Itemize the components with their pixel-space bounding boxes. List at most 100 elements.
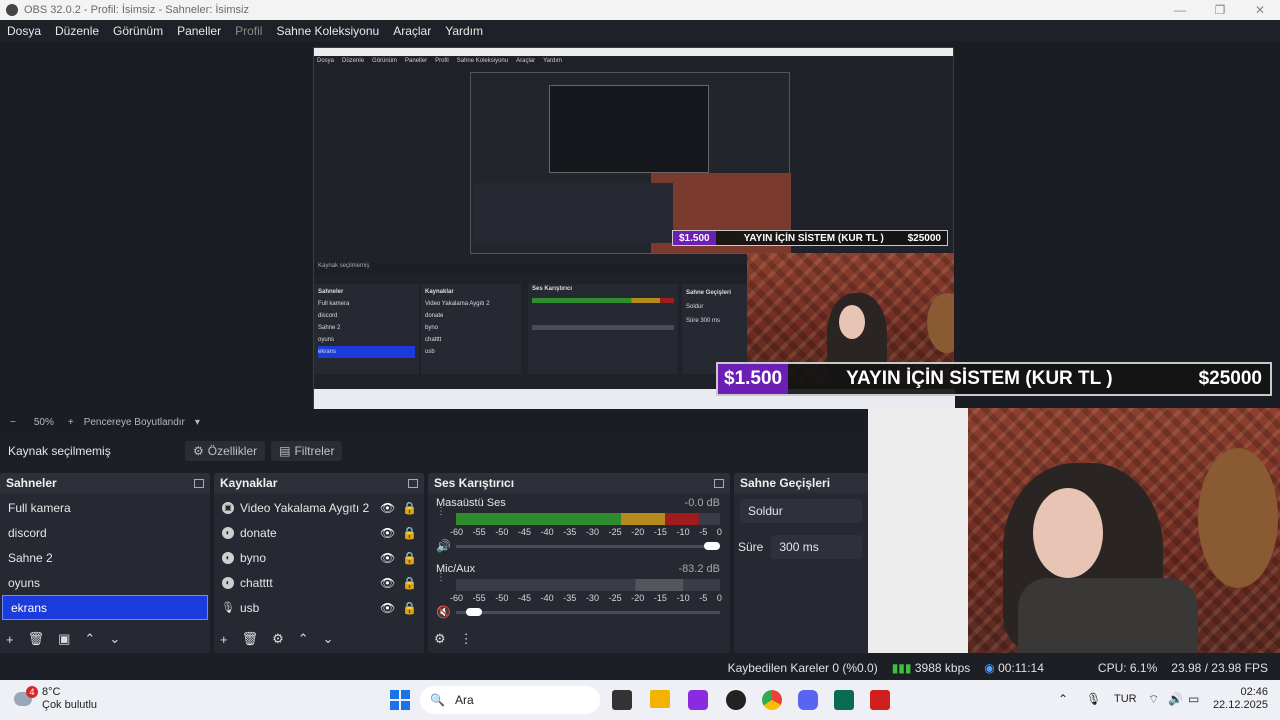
- volume-icon[interactable]: 🔊: [1168, 692, 1183, 706]
- zoom-in-button[interactable]: +: [68, 417, 74, 428]
- mute-icon[interactable]: 🔇: [436, 605, 451, 619]
- menu-bar: Dosya Düzenle Görünüm Paneller Profil Sa…: [0, 20, 1280, 42]
- microphone-icon[interactable]: 🎙: [1086, 692, 1101, 706]
- volume-slider[interactable]: [456, 542, 720, 550]
- battery-icon[interactable]: ▭: [1188, 692, 1199, 706]
- scene-item[interactable]: Sahne 2: [0, 545, 210, 570]
- language-indicator[interactable]: TUR: [1114, 693, 1137, 705]
- source-properties-icon[interactable]: ⚙: [272, 631, 284, 647]
- scene-filters-icon[interactable]: ▣: [58, 631, 70, 647]
- remove-source-icon[interactable]: 🗑: [242, 631, 259, 647]
- lock-icon[interactable]: 🔒: [402, 501, 417, 515]
- speaker-icon[interactable]: 🔊: [436, 539, 451, 553]
- zoom-out-button[interactable]: −: [10, 417, 16, 428]
- obs-taskbar-icon[interactable]: [726, 690, 746, 710]
- source-item[interactable]: ◐ chatttt 👁 🔒: [214, 570, 424, 595]
- chevron-down-icon[interactable]: ▾: [195, 417, 200, 428]
- signal-icon: ▮▮▮: [891, 661, 912, 675]
- source-item[interactable]: ▣ Video Yakalama Aygıtı 2 👁 🔒: [214, 495, 424, 520]
- app-icon[interactable]: [688, 690, 708, 710]
- maximize-button[interactable]: ❐: [1200, 0, 1240, 20]
- eye-icon[interactable]: 👁: [380, 551, 395, 565]
- chrome-icon[interactable]: [762, 690, 782, 710]
- popout-icon[interactable]: [408, 478, 418, 488]
- filters-button[interactable]: ▤ Filtreler: [271, 441, 343, 461]
- cpu-usage: CPU: 6.1%: [1097, 661, 1158, 675]
- duration-input[interactable]: 300 ms: [771, 535, 862, 559]
- weather-temp: 8°C: [42, 686, 61, 698]
- eye-icon[interactable]: 👁: [380, 576, 395, 590]
- eye-icon[interactable]: 👁: [380, 601, 395, 615]
- menu-help[interactable]: Yardım: [445, 24, 483, 38]
- mixer-channel-desktop: Masaüstü Ses -0.0 dB -60 -55 -50 -45 -40 -35-…: [428, 493, 730, 559]
- bitrate: ▮▮▮ 3988 kbps: [891, 661, 971, 675]
- menu-docks[interactable]: Paneller: [177, 24, 221, 38]
- scene-item[interactable]: Full kamera: [0, 495, 210, 520]
- taskbar: 4 8°C Çok bulutlu 🔍 Ara ⌃ 🎙 TUR ⌔ 🔊 ▭ 02…: [0, 680, 1280, 720]
- close-button[interactable]: ✕: [1240, 0, 1280, 20]
- menu-file[interactable]: Dosya: [7, 24, 41, 38]
- lock-icon[interactable]: 🔒: [402, 576, 417, 590]
- scene-item[interactable]: oyuns: [0, 570, 210, 595]
- volume-slider[interactable]: [456, 608, 720, 616]
- source-item[interactable]: ◐ donate 👁 🔒: [214, 520, 424, 545]
- add-scene-icon[interactable]: +: [6, 632, 14, 647]
- discord-icon[interactable]: [798, 690, 818, 710]
- zoom-bar: − 50% + Pencereye Boyutlandır ▾: [0, 412, 868, 432]
- globe-icon: ◐: [222, 526, 234, 539]
- menu-view[interactable]: Görünüm: [113, 24, 163, 38]
- popout-icon[interactable]: [194, 478, 204, 488]
- source-item[interactable]: 🎙 usb 👁 🔒: [214, 595, 424, 620]
- lock-icon[interactable]: 🔒: [402, 551, 417, 565]
- minimize-button[interactable]: —: [1160, 0, 1200, 20]
- menu-scene-collection[interactable]: Sahne Koleksiyonu: [276, 24, 379, 38]
- globe-icon: ◐: [222, 576, 234, 589]
- scene-item-selected[interactable]: ekrans: [2, 595, 208, 620]
- stream-time: ◉ 00:11:14: [984, 661, 1044, 675]
- sources-dock: Kaynaklar ▣ Video Yakalama Aygıtı 2 👁 🔒 ◐ do…: [214, 473, 424, 653]
- move-up-icon[interactable]: ⌃: [84, 631, 95, 647]
- nested-preview-level2: [470, 72, 791, 254]
- transitions-title: Sahne Geçişleri: [740, 476, 831, 490]
- weather-widget[interactable]: 4: [14, 686, 38, 710]
- filter-icon: ▤: [279, 444, 291, 458]
- windows-start-icon[interactable]: [390, 690, 410, 710]
- menu-profile[interactable]: Profil: [235, 24, 262, 38]
- lock-icon[interactable]: 🔒: [402, 526, 417, 540]
- wifi-icon[interactable]: ⌔: [1148, 692, 1159, 707]
- nested-menu-bar: Dosya Düzenle Görünüm Paneller Profil Sahne K…: [314, 56, 953, 65]
- task-view-icon[interactable]: [612, 690, 632, 710]
- scene-item[interactable]: discord: [0, 520, 210, 545]
- app-icon[interactable]: [870, 690, 890, 710]
- channel-name: Masaüstü Ses: [436, 497, 506, 509]
- eye-icon[interactable]: 👁: [380, 501, 395, 515]
- fit-window-select[interactable]: Pencereye Boyutlandır: [84, 417, 185, 428]
- nested-donation-banner: $1.500 YAYIN İÇİN SİSTEM (KUR TL ) $2500…: [672, 230, 948, 246]
- move-down-icon[interactable]: ⌄: [109, 631, 120, 647]
- properties-button[interactable]: ⚙ Özellikler: [185, 441, 266, 461]
- game-icon[interactable]: [834, 690, 854, 710]
- eye-icon[interactable]: 👁: [380, 526, 395, 540]
- mixer-menu-icon[interactable]: ⋮: [460, 631, 473, 647]
- popout-icon[interactable]: [714, 478, 724, 488]
- tray-chevron-icon[interactable]: ⌃: [1058, 692, 1068, 706]
- channel-menu-icon[interactable]: ⋮: [436, 573, 446, 583]
- file-explorer-icon[interactable]: [650, 690, 670, 708]
- nested-scenes: Sahneler Full kamera discord Sahne 2 oyuns …: [314, 284, 419, 374]
- mixer-channel-mic: Mic/Aux -83.2 dB -60 -55 -50 -45 -40 -35 -30 -2…: [428, 559, 730, 625]
- move-down-icon[interactable]: ⌄: [323, 631, 334, 647]
- move-up-icon[interactable]: ⌃: [298, 631, 309, 647]
- lock-icon[interactable]: 🔒: [402, 601, 417, 615]
- clock[interactable]: 02:46 22.12.2025: [1212, 686, 1268, 712]
- menu-tools[interactable]: Araçlar: [393, 24, 431, 38]
- remove-scene-icon[interactable]: 🗑: [28, 631, 45, 647]
- mixer-settings-icon[interactable]: ⚙: [434, 631, 446, 647]
- add-source-icon[interactable]: +: [220, 632, 228, 647]
- menu-edit[interactable]: Düzenle: [55, 24, 99, 38]
- transition-select[interactable]: Soldur: [740, 499, 862, 523]
- gear-icon: ⚙: [193, 444, 204, 458]
- status-bar: Kaybedilen Kareler 0 (%0.0) ▮▮▮ 3988 kbp…: [0, 656, 1280, 680]
- search-box[interactable]: 🔍 Ara: [420, 686, 600, 714]
- source-item[interactable]: ◐ byno 👁 🔒: [214, 545, 424, 570]
- channel-menu-icon[interactable]: ⋮: [436, 507, 446, 517]
